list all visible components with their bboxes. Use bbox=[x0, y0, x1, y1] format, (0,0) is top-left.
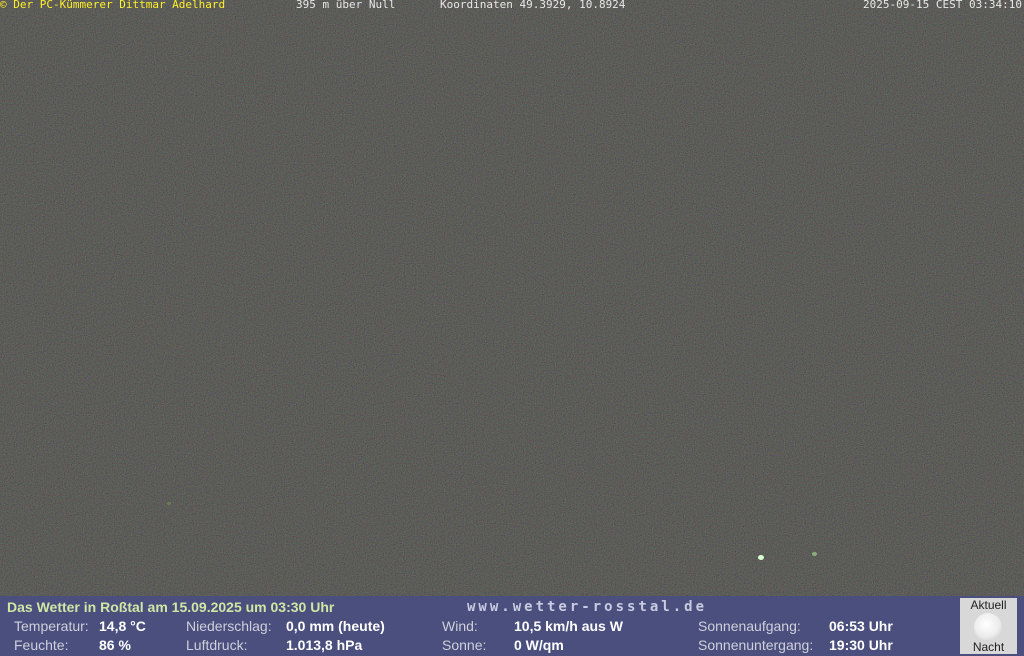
temperature-label: Temperatur: bbox=[14, 618, 89, 634]
sunset-label: Sonnenuntergang: bbox=[698, 637, 814, 653]
humidity-value: 86 % bbox=[99, 637, 131, 653]
light-point bbox=[167, 502, 171, 505]
webcam-overlay-bar: © Der PC-Kümmerer Dittmar Adelhard 395 m… bbox=[0, 0, 1024, 11]
light-point bbox=[812, 552, 817, 556]
full-moon-icon bbox=[974, 613, 1002, 641]
wind-label: Wind: bbox=[442, 618, 478, 634]
precipitation-value: 0,0 mm (heute) bbox=[286, 618, 385, 634]
weather-panel: Das Wetter in Roßtal am 15.09.2025 um 03… bbox=[0, 596, 1024, 656]
pressure-value: 1.013,8 hPa bbox=[286, 637, 363, 653]
moon-phase-box: Aktuell Nacht bbox=[960, 598, 1017, 654]
sunrise-value: 06:53 Uhr bbox=[829, 618, 893, 634]
sunset-value: 19:30 Uhr bbox=[829, 637, 893, 653]
moon-label-current: Aktuell bbox=[970, 598, 1007, 612]
temperature-value: 14,8 °C bbox=[99, 618, 146, 634]
sun-label: Sonne: bbox=[442, 637, 487, 653]
copyright-text: © Der PC-Kümmerer Dittmar Adelhard bbox=[0, 0, 226, 11]
weather-title: Das Wetter in Roßtal am 15.09.2025 um 03… bbox=[7, 599, 335, 615]
website-link[interactable]: www.wetter-rosstal.de bbox=[467, 599, 707, 615]
moon-label-night: Nacht bbox=[972, 640, 1005, 654]
timestamp-text: 2025-09-15 CEST 03:34:10 bbox=[863, 0, 1022, 11]
humidity-label: Feuchte: bbox=[14, 637, 69, 653]
precipitation-label: Niederschlag: bbox=[186, 618, 272, 634]
altitude-text: 395 m über Null bbox=[296, 0, 396, 11]
coordinates-text: Koordinaten 49.3929, 10.8924 bbox=[440, 0, 626, 11]
light-point bbox=[758, 555, 764, 560]
wind-value: 10,5 km/h aus W bbox=[514, 618, 623, 634]
webcam-image bbox=[0, 0, 1024, 596]
pressure-label: Luftdruck: bbox=[186, 637, 248, 653]
sunrise-label: Sonnenaufgang: bbox=[698, 618, 801, 634]
sun-value: 0 W/qm bbox=[514, 637, 564, 653]
